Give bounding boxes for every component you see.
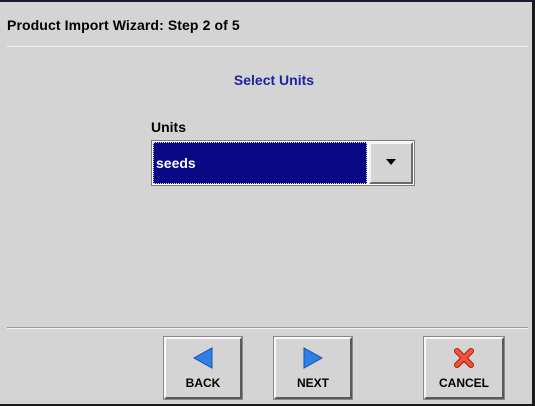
cancel-button[interactable]: CANCEL <box>423 336 505 400</box>
back-button[interactable]: BACK <box>163 336 243 400</box>
units-label: Units <box>151 119 186 135</box>
cancel-button-label: CANCEL <box>439 376 489 390</box>
window-title: Product Import Wizard: Step 2 of 5 <box>7 17 240 33</box>
next-button-label: NEXT <box>296 376 329 390</box>
top-border <box>0 0 535 2</box>
dropdown-toggle-button[interactable] <box>369 142 413 184</box>
right-arrow-icon <box>303 347 323 369</box>
chevron-down-icon <box>386 159 396 165</box>
units-dropdown[interactable]: seeds <box>151 140 415 186</box>
title-divider <box>7 46 528 47</box>
footer-divider-highlight <box>7 328 528 329</box>
left-arrow-icon <box>193 347 213 369</box>
step-heading: Select Units <box>233 72 315 88</box>
units-selected-value[interactable]: seeds <box>153 142 367 184</box>
wizard-window: Product Import Wizard: Step 2 of 5 Selec… <box>0 0 535 406</box>
next-button[interactable]: NEXT <box>273 336 353 400</box>
red-x-icon <box>454 348 474 368</box>
back-button-label: BACK <box>185 376 221 390</box>
